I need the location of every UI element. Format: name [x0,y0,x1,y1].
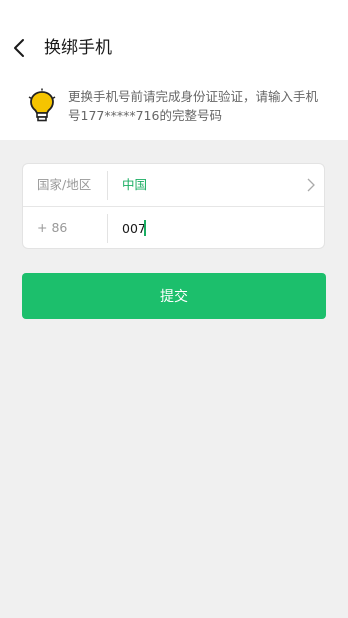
header-area: 换绑手机 更换手机号前请完成身份证验证，请输入手机号177*****716的完整… [0,0,348,140]
country-code: + 86 [37,220,68,235]
page-title: 换绑手机 [44,38,112,58]
verification-notice: 更换手机号前请完成身份证验证，请输入手机号177*****716的完整号码 [68,89,319,123]
separator [107,214,108,243]
separator [107,171,108,200]
submit-button[interactable]: 提交 [22,273,326,319]
region-label: 国家/地区 [37,177,92,192]
chevron-left-icon[interactable] [10,38,30,58]
chevron-right-icon [307,178,315,192]
region-value: 中国 [122,177,148,192]
region-row[interactable]: 国家/地区 中国 [23,164,324,206]
lightbulb-icon [28,88,56,122]
text-cursor [144,220,146,236]
phone-form: 国家/地区 中国 + 86 [22,163,325,249]
phone-number-input[interactable] [122,215,302,241]
phone-row: + 86 [23,207,324,249]
